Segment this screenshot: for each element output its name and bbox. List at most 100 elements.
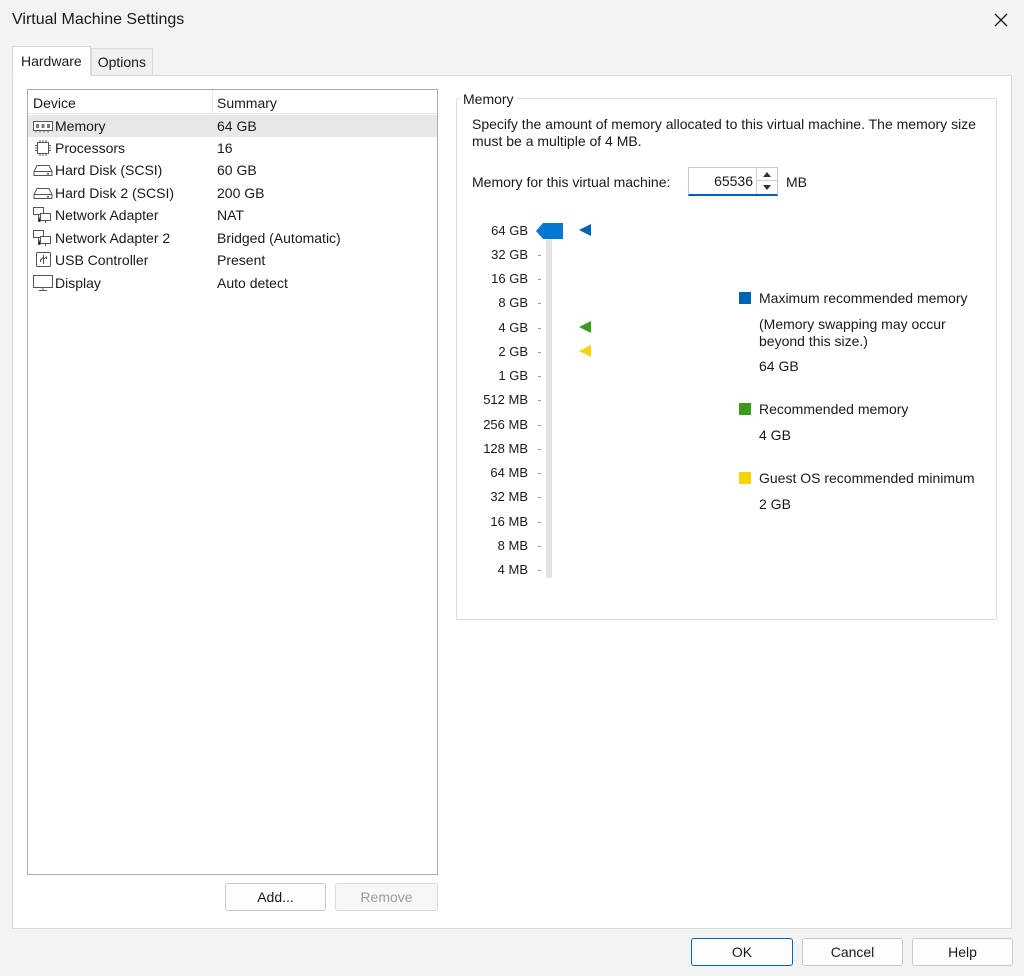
scale-label: 64 GB [491, 223, 528, 238]
scale-label: 128 MB [483, 441, 528, 456]
scale-label: 16 GB [491, 271, 528, 286]
scale-label: 4 MB [497, 562, 528, 577]
spin-down-button[interactable] [756, 181, 777, 194]
usb-controller-icon [36, 252, 51, 267]
add-device-button[interactable]: Add... [225, 883, 326, 911]
legend-swatch-max [739, 292, 751, 304]
scale-tick [538, 376, 541, 377]
memory-slider-thumb[interactable] [536, 222, 564, 240]
window-title: Virtual Machine Settings [12, 11, 185, 28]
hard-disk-icon [33, 188, 53, 199]
device-row-hard-disk-2[interactable]: Hard Disk 2 (SCSI) 200 GB [28, 182, 437, 204]
help-button[interactable]: Help [912, 938, 1013, 966]
hard-disk-icon [33, 165, 53, 176]
device-summary: Present [217, 252, 266, 268]
device-row-network-adapter-2[interactable]: Network Adapter 2 Bridged (Automatic) [28, 227, 437, 249]
list-header: Device Summary [28, 90, 437, 114]
scale-label: 8 GB [498, 295, 528, 310]
scale-tick [538, 425, 541, 426]
scale-tick [538, 255, 541, 256]
device-summary: NAT [217, 207, 244, 223]
memory-icon [33, 121, 53, 133]
close-button[interactable] [978, 0, 1024, 40]
scale-tick [538, 497, 541, 498]
device-row-display[interactable]: Display Auto detect [28, 272, 437, 294]
memory-slider-track[interactable] [546, 233, 552, 578]
device-name: Processors [55, 140, 126, 156]
chevron-down-icon [763, 185, 771, 190]
ok-button[interactable]: OK [691, 938, 793, 966]
scale-tick [538, 449, 541, 450]
scale-label: 4 GB [498, 320, 528, 335]
scale-tick [538, 522, 541, 523]
legend-label-recommended: Recommended memory [759, 401, 909, 417]
column-header-summary[interactable]: Summary [217, 95, 277, 111]
scale-label: 64 MB [490, 465, 528, 480]
memory-group-title: Memory [460, 91, 517, 107]
device-row-usb-controller[interactable]: USB Controller Present [28, 249, 437, 271]
max-recommended-marker [579, 224, 591, 236]
tab-options[interactable]: Options [90, 48, 153, 76]
scale-tick [538, 473, 541, 474]
scale-label: 2 GB [498, 344, 528, 359]
memory-spinbox [688, 167, 778, 196]
device-name: USB Controller [55, 252, 149, 268]
device-row-hard-disk[interactable]: Hard Disk (SCSI) 60 GB [28, 159, 437, 181]
scale-tick [538, 328, 541, 329]
scale-label: 32 GB [491, 247, 528, 262]
display-icon [33, 275, 53, 291]
device-summary: Auto detect [217, 275, 288, 291]
tab-strip: Hardware Options [12, 46, 153, 76]
network-adapter-icon [33, 230, 51, 246]
device-name: Display [55, 275, 101, 291]
processor-icon [35, 140, 51, 156]
scale-tick [538, 570, 541, 571]
remove-device-button[interactable]: Remove [335, 883, 438, 911]
device-list[interactable]: Device Summary Memory 64 GB Processors 1… [27, 89, 438, 875]
legend-swatch-guest-min [739, 472, 751, 484]
column-divider[interactable] [212, 90, 213, 113]
device-name: Network Adapter 2 [55, 230, 171, 246]
legend-label-guest-min: Guest OS recommended minimum [759, 470, 975, 486]
scale-label: 1 GB [498, 368, 528, 383]
legend-value-max: 64 GB [759, 358, 799, 374]
spin-up-button[interactable] [756, 168, 777, 181]
memory-input[interactable] [689, 168, 755, 194]
device-summary: 16 [217, 140, 233, 156]
device-name: Network Adapter [55, 207, 159, 223]
close-icon [994, 13, 1008, 27]
memory-field-label: Memory for this virtual machine: [472, 174, 671, 190]
scale-tick [538, 546, 541, 547]
scale-tick [538, 400, 541, 401]
device-name: Hard Disk 2 (SCSI) [55, 185, 175, 201]
device-row-memory[interactable]: Memory 64 GB [28, 115, 437, 137]
network-adapter-icon [33, 207, 51, 223]
legend-note-max: (Memory swapping may occur beyond this s… [759, 316, 946, 349]
tab-hardware[interactable]: Hardware [12, 46, 91, 76]
device-name: Memory [55, 118, 106, 134]
cancel-button[interactable]: Cancel [802, 938, 903, 966]
device-row-network-adapter[interactable]: Network Adapter NAT [28, 204, 437, 226]
device-name: Hard Disk (SCSI) [55, 162, 163, 178]
scale-tick [538, 303, 541, 304]
scale-tick [538, 352, 541, 353]
chevron-up-icon [763, 171, 771, 177]
scale-label: 16 MB [490, 514, 528, 529]
scale-label: 32 MB [490, 489, 528, 504]
scale-label: 8 MB [497, 538, 528, 553]
legend-swatch-recommended [739, 403, 751, 415]
legend-value-guest-min: 2 GB [759, 496, 791, 512]
scale-tick [538, 279, 541, 280]
scale-label: 256 MB [483, 417, 528, 432]
device-summary: 60 GB [217, 162, 257, 178]
guest-min-marker [579, 345, 591, 357]
scale-label: 512 MB [483, 392, 528, 407]
column-header-device[interactable]: Device [33, 95, 76, 111]
device-summary: Bridged (Automatic) [217, 230, 341, 246]
device-summary: 64 GB [217, 118, 257, 134]
device-row-processors[interactable]: Processors 16 [28, 137, 437, 159]
legend-label-max: Maximum recommended memory [759, 290, 968, 306]
memory-description: Specify the amount of memory allocated t… [472, 116, 976, 149]
legend-value-recommended: 4 GB [759, 427, 791, 443]
recommended-marker [579, 321, 591, 333]
